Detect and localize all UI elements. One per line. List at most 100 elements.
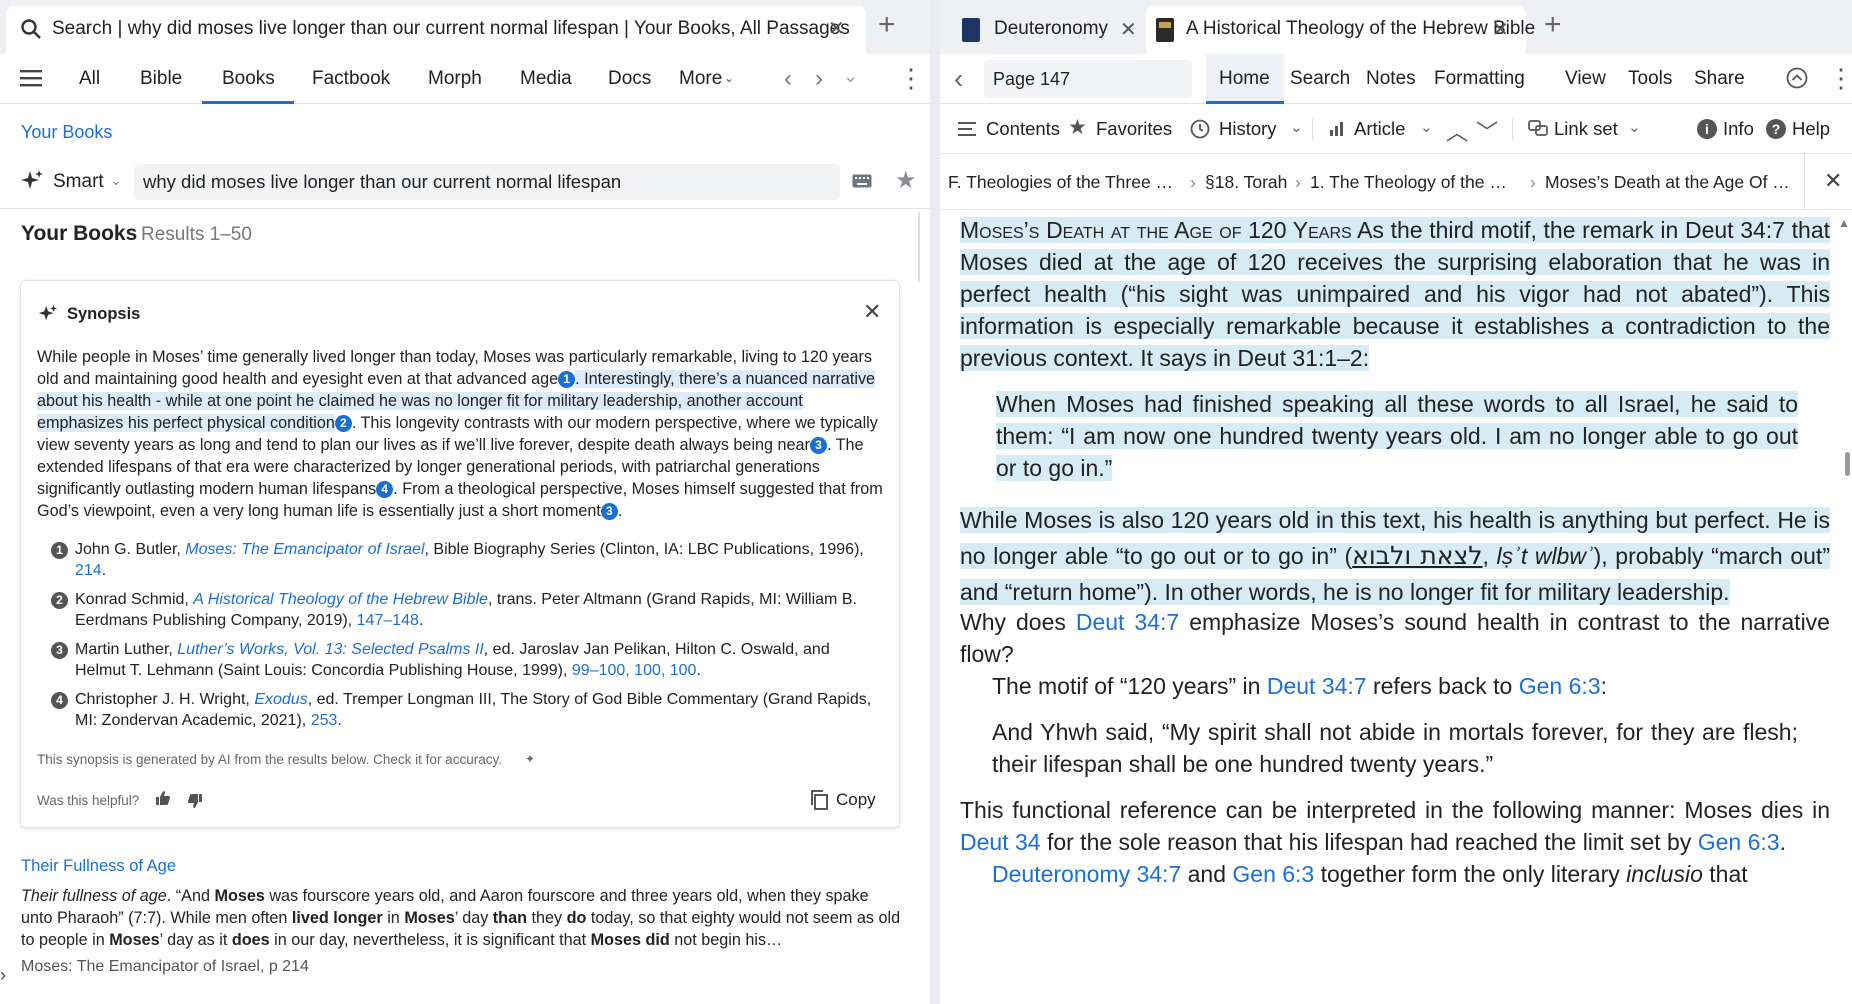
footnote-title-link[interactable]: Moses: The Emancipator of Israel [185,541,424,558]
hebrew-text[interactable]: לצאת ולבוא [1352,541,1482,570]
close-tab-icon[interactable]: ✕ [828,16,845,41]
footnote-page-link[interactable]: 253 [311,712,338,729]
search-mode-select[interactable]: Smart [53,171,104,193]
breadcrumb-item[interactable]: Moses’s Death at the Age Of … [1545,172,1790,193]
result-title-link[interactable]: Their Fullness of Age [21,857,176,876]
footnote-end: . [418,612,424,629]
scope-label[interactable]: Your Books [21,122,112,143]
nav-search[interactable]: Search [1290,68,1350,90]
collapse-ribbon-icon[interactable] [1786,67,1808,94]
help-button[interactable]: Help [1792,118,1830,140]
back-arrow-icon[interactable]: ‹ [784,65,792,93]
article-button[interactable]: Article [1354,118,1405,140]
copy-button[interactable]: Copy [836,790,876,810]
scroll-up-icon[interactable]: ▲ [1838,216,1850,230]
citation-badge[interactable]: 1 [558,371,576,388]
results-scrollbar[interactable] [918,212,920,282]
nav-media[interactable]: Media [520,68,572,90]
copy-icon[interactable] [810,790,828,815]
citation-badge[interactable]: 4 [376,481,394,498]
bible-reference-link[interactable]: Deut 34:7 [1267,673,1367,699]
nav-docs[interactable]: Docs [608,68,651,90]
citation-badge[interactable]: 3 [600,503,618,520]
book-cover-icon [962,18,980,42]
bible-reference-link[interactable]: Gen 6:3 [1698,829,1780,855]
block-quote: When Moses had finished speaking all the… [996,388,1798,484]
nav-morph[interactable]: Morph [428,68,482,90]
more-options-icon[interactable]: ⋮ [898,65,924,91]
thumbs-down-icon[interactable] [187,793,203,814]
expand-sidebar-icon[interactable]: › [0,965,6,986]
bible-reference-link[interactable]: Deut 34:7 [1076,609,1179,635]
nav-home[interactable]: Home [1219,68,1270,90]
close-icon[interactable]: ✕ [1824,168,1842,194]
hamburger-menu-icon[interactable] [20,69,42,92]
previous-article-icon[interactable]: ︿ [1446,115,1468,147]
info-button[interactable]: Info [1723,118,1754,140]
reader-pane: Deuteronomy ✕ A Historical Theology of t… [940,0,1852,1004]
nav-notes[interactable]: Notes [1366,68,1416,90]
breadcrumb-item[interactable]: F. Theologies of the Three … [948,172,1173,193]
paragraph-text: refers back to [1366,673,1519,699]
breadcrumb-item[interactable]: 1. The Theology of the … [1310,172,1507,193]
new-tab-button[interactable]: + [1544,8,1562,42]
nav-books[interactable]: Books [222,68,275,90]
paragraph: Deuteronomy 34:7 and Gen 6:3 together fo… [992,858,1830,890]
footnote: 3 Martin Luther, Luther’s Works, Vol. 13… [51,639,881,681]
nav-share[interactable]: Share [1694,68,1745,90]
nav-formatting[interactable]: Formatting [1434,68,1525,90]
page-input[interactable]: Page 147 [984,60,1192,98]
breadcrumb-item[interactable]: §18. Torah [1205,172,1287,193]
nav-all[interactable]: All [79,68,100,90]
thumbs-up-icon[interactable] [155,790,171,811]
history-button[interactable]: History [1219,118,1277,140]
next-article-icon[interactable]: ﹀ [1476,115,1498,147]
close-icon[interactable]: ✕ [863,299,881,325]
citation-badge[interactable]: 2 [334,415,352,432]
search-input[interactable]: why did moses live longer than our curre… [134,164,840,200]
nav-view[interactable]: View [1565,68,1606,90]
footnote-page-link[interactable]: 214 [75,562,102,579]
sparkle-icon: ✦ [525,752,536,766]
citation-badge[interactable]: 3 [809,437,827,454]
footnote-number: 4 [51,692,68,709]
scrollbar-thumb[interactable] [1845,452,1850,476]
breadcrumb-separator-icon: › [1530,172,1536,192]
bible-reference-link[interactable]: Deuteronomy 34:7 [992,861,1181,887]
bible-reference-link[interactable]: Deut 34 [960,829,1041,855]
contents-button[interactable]: Contents [986,118,1060,140]
search-tab[interactable]: Search | why did moses live longer than … [6,6,866,54]
search-query: why did moses live longer than our curre… [143,171,622,192]
tab-historical-theology[interactable]: A Historical Theology of the Hebrew Bibl… [1146,6,1535,54]
link-set-button[interactable]: Link set [1554,118,1618,140]
nav-tools[interactable]: Tools [1628,68,1672,90]
close-tab-icon[interactable]: ✕ [1120,17,1137,42]
back-arrow-icon[interactable]: ‹ [954,63,963,95]
sparkle-icon [37,303,59,330]
footnote-title-link[interactable]: Luther’s Works, Vol. 13: Selected Psalms… [177,641,484,658]
chevron-down-icon: ⌄ [1290,119,1303,136]
bible-reference-link[interactable]: Gen 6:3 [1519,673,1601,699]
forward-arrow-icon[interactable]: › [815,65,823,93]
close-tab-icon[interactable]: ✕ [1492,17,1509,42]
chevron-down-icon[interactable]: ⌄ [843,66,858,87]
tab-title: Deuteronomy [994,18,1109,39]
footnote-title-link[interactable]: A Historical Theology of the Hebrew Bibl… [193,591,488,608]
nav-more[interactable]: More [679,68,722,90]
new-tab-button[interactable]: + [878,8,896,42]
contents-icon [958,120,976,143]
footnote-page-link[interactable]: 99–100, 100, 100 [572,662,697,679]
nav-factbook[interactable]: Factbook [312,68,390,90]
footnote-title-link[interactable]: Exodus [254,691,307,708]
more-options-icon[interactable]: ⋮ [1828,65,1852,91]
favorites-button[interactable]: Favorites [1096,118,1172,140]
pane-divider[interactable] [930,0,940,1004]
keyboard-icon[interactable] [852,174,872,193]
bible-reference-link[interactable]: Gen 6:3 [1232,861,1314,887]
paragraph-text: together form the only literary [1314,861,1627,887]
nav-bible[interactable]: Bible [140,68,182,90]
paragraph-text: This functional reference can be interpr… [960,797,1830,823]
footnote-page-link[interactable]: 147–148 [357,612,419,629]
star-icon[interactable]: ★ [895,166,917,195]
tab-deuteronomy[interactable]: Deuteronomy ✕ [950,6,1145,54]
